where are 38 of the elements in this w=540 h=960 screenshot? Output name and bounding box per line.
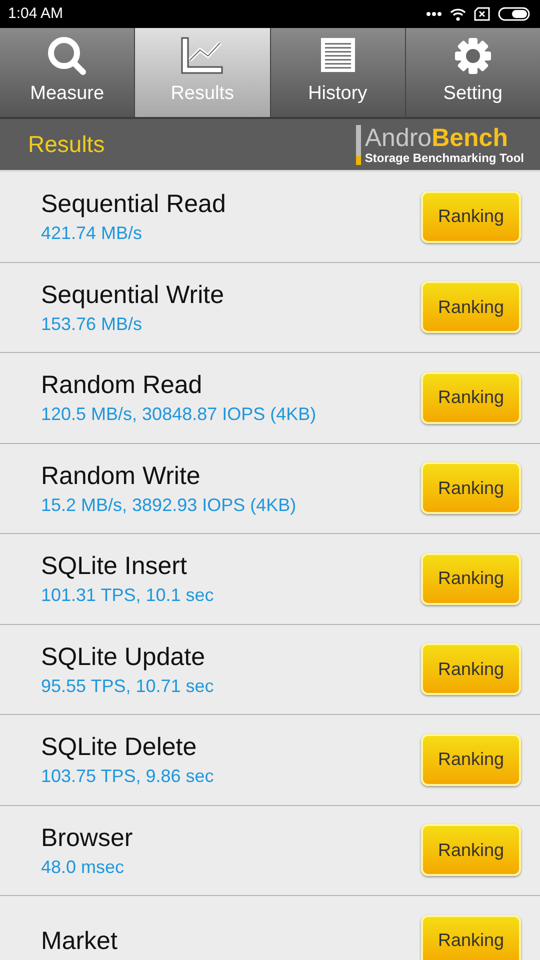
test-name: Market xyxy=(41,926,118,956)
test-name: Random Write xyxy=(41,460,202,491)
test-result: 15.2 MB/s, 3892.93 IOPS (4KB) xyxy=(41,494,296,516)
ranking-button[interactable]: Ranking xyxy=(421,190,521,243)
ranking-button[interactable]: Ranking xyxy=(421,824,521,876)
test-result: 153.76 MB/s xyxy=(41,312,144,335)
test-name: SQLite Update xyxy=(41,642,206,672)
nav-tab[interactable]: Setting xyxy=(406,28,540,117)
page-title: Results xyxy=(28,130,105,160)
logo-wordmark: AndroBench xyxy=(364,124,509,150)
test-name: Sequential Write xyxy=(41,280,224,310)
test-result: 101.31 TPS, 10.1 sec xyxy=(41,584,214,606)
test-result: 48.0 msec xyxy=(41,856,126,878)
test-name: SQLite Delete xyxy=(41,732,198,762)
ranking-button[interactable]: Ranking xyxy=(421,281,521,334)
battery-icon xyxy=(498,7,532,21)
test-name: Random Read xyxy=(41,370,204,400)
wifi-icon xyxy=(450,8,466,20)
ranking-button[interactable]: Ranking xyxy=(421,914,521,960)
test-name: SQLite Insert xyxy=(41,551,188,582)
ranking-button[interactable]: Ranking xyxy=(421,552,521,605)
logo-bar-icon xyxy=(356,124,361,164)
test-name: Browser xyxy=(41,822,133,853)
more-dots-icon xyxy=(426,11,442,17)
nav-tab[interactable]: History xyxy=(270,28,405,117)
test-result: 95.55 TPS, 10.71 sec xyxy=(41,674,214,697)
ranking-button[interactable]: Ranking xyxy=(421,462,521,514)
test-name: Sequential Read xyxy=(41,189,226,220)
ranking-button[interactable]: Ranking xyxy=(421,643,521,696)
nav-tab[interactable]: Measure xyxy=(0,28,134,117)
logo-tagline: Storage Benchmarking Tool xyxy=(364,150,524,164)
no-sim-icon xyxy=(474,7,490,21)
test-result: 120.5 MB/s, 30848.87 IOPS (4KB) xyxy=(41,403,316,426)
status-time: 1:04 AM xyxy=(8,4,64,24)
ranking-button[interactable]: Ranking xyxy=(421,734,521,786)
test-result: 421.74 MB/s xyxy=(41,222,144,244)
test-result: 103.75 TPS, 9.86 sec xyxy=(41,765,214,788)
ranking-button[interactable]: Ranking xyxy=(421,372,521,424)
